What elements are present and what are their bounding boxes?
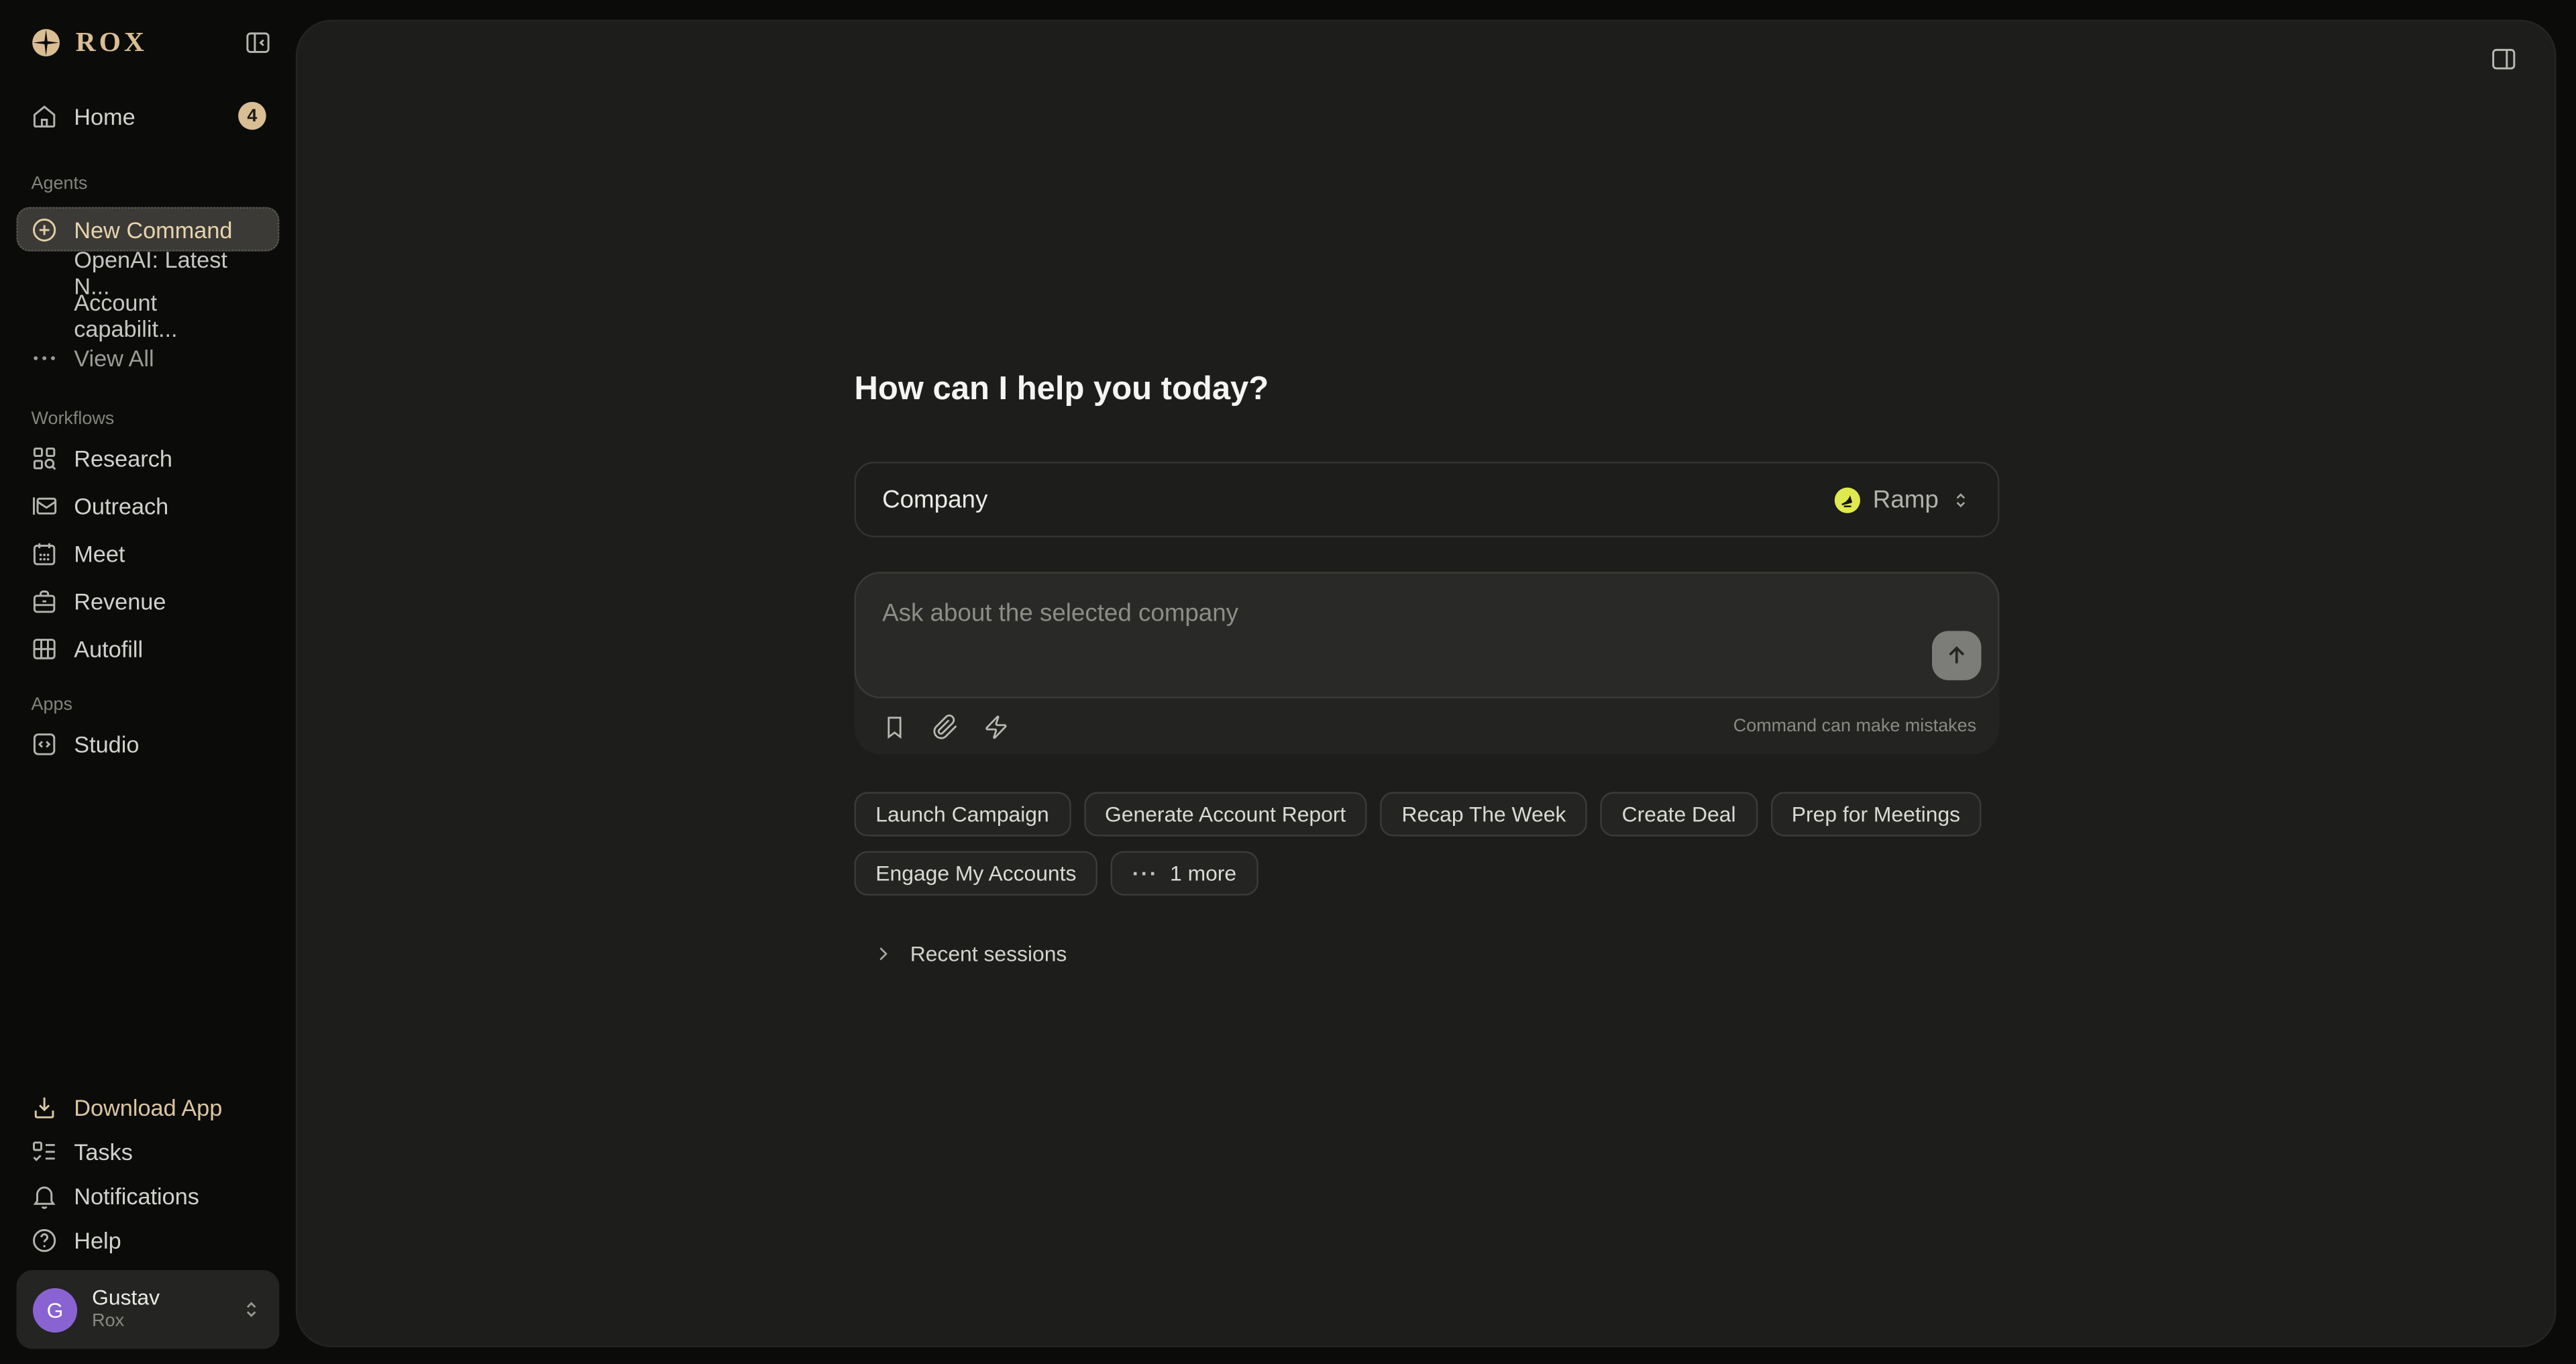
company-selector[interactable]: Company Ramp (854, 462, 1999, 537)
chip-more-label: 1 more (1170, 861, 1236, 886)
grid-search-icon (30, 443, 59, 472)
sidebar-item-label: Download App (74, 1094, 222, 1120)
sidebar-item-label: Outreach (74, 492, 168, 518)
sidebar-item-new-command[interactable]: New Command (16, 207, 279, 252)
collapse-sidebar-icon[interactable] (243, 28, 272, 58)
main-content: How can I help you today? Company Ramp (296, 19, 2557, 1347)
company-selector-label: Company (882, 486, 987, 514)
bell-icon (30, 1181, 59, 1210)
code-icon (30, 729, 59, 758)
composer-footer: Command can make mistakes (854, 698, 1999, 754)
section-title-apps: Apps (32, 695, 280, 715)
home-count-badge: 4 (238, 102, 266, 130)
section-title-workflows: Workflows (32, 409, 280, 429)
chevrons-up-down-icon (1950, 489, 1972, 511)
disclaimer-text: Command can make mistakes (1733, 717, 1976, 736)
user-org: Rox (92, 1312, 239, 1332)
chip-prep-for-meetings[interactable]: Prep for Meetings (1770, 792, 1982, 836)
user-meta: Gustav Rox (92, 1287, 239, 1332)
sidebar-item-download-app[interactable]: Download App (16, 1084, 279, 1129)
company-selector-value: Ramp (1873, 486, 1939, 514)
home-icon (30, 101, 59, 131)
sidebar-item-label: View All (74, 345, 154, 371)
ellipsis-icon: ··· (1132, 861, 1159, 886)
send-button[interactable] (1932, 631, 1981, 680)
sidebar-item-view-all[interactable]: View All (16, 337, 279, 380)
page-title: How can I help you today? (854, 371, 1999, 409)
sidebar-item-label: Studio (74, 731, 139, 757)
help-icon (30, 1225, 59, 1255)
chevron-right-icon (872, 943, 894, 965)
rox-logo-icon (30, 26, 62, 59)
sidebar-item-label: Notifications (74, 1182, 199, 1208)
section-title-agents: Agents (32, 174, 280, 194)
sidebar-footer: Download App Tasks Notifications (16, 1084, 279, 1349)
composer-input-area (854, 572, 1999, 698)
composer: Command can make mistakes (854, 572, 1999, 754)
zap-icon[interactable] (982, 713, 1010, 741)
sidebar-item-outreach[interactable]: Outreach (16, 482, 279, 529)
sidebar-item-label: Research (74, 444, 172, 470)
table-icon (30, 633, 59, 663)
user-name: Gustav (92, 1287, 239, 1312)
user-menu[interactable]: G Gustav Rox (16, 1270, 279, 1349)
center-column: How can I help you today? Company Ramp (854, 21, 1999, 966)
chip-create-deal[interactable]: Create Deal (1601, 792, 1758, 836)
sidebar-item-session-account[interactable]: Account capabilit... (16, 294, 279, 337)
sidebar-item-label: Help (74, 1226, 121, 1253)
message-input[interactable] (856, 574, 1998, 697)
bookmark-icon[interactable] (881, 713, 909, 741)
sidebar-item-meet[interactable]: Meet (16, 529, 279, 577)
avatar: G (33, 1288, 77, 1332)
sidebar-item-label: Home (74, 103, 135, 129)
sidebar-item-home[interactable]: Home 4 (16, 94, 279, 138)
sidebar-item-label: Meet (74, 539, 125, 566)
mail-icon (30, 490, 59, 520)
app-window: ROX Home 4 Agents New Command OpenAI (0, 0, 2576, 1364)
sidebar-item-revenue[interactable]: Revenue (16, 577, 279, 625)
sidebar-item-label: Account capabilit... (74, 289, 266, 342)
sidebar-item-notifications[interactable]: Notifications (16, 1173, 279, 1218)
sidebar-item-session-openai[interactable]: OpenAI: Latest N... (16, 252, 279, 295)
sidebar-item-autofill[interactable]: Autofill (16, 625, 279, 672)
checklist-icon (30, 1136, 59, 1165)
sidebar-item-tasks[interactable]: Tasks (16, 1129, 279, 1173)
logo-row: ROX (30, 23, 279, 62)
sidebar-item-help[interactable]: Help (16, 1218, 279, 1262)
recent-sessions-toggle[interactable]: Recent sessions (872, 941, 1999, 966)
sidebar: ROX Home 4 Agents New Command OpenAI (0, 0, 296, 1364)
logo-text: ROX (76, 26, 244, 59)
sidebar-item-label: Tasks (74, 1138, 133, 1164)
sidebar-item-studio[interactable]: Studio (16, 720, 279, 768)
download-icon (30, 1092, 59, 1121)
paperclip-icon[interactable] (932, 713, 960, 741)
ellipsis-icon (30, 344, 59, 373)
chip-recap-the-week[interactable]: Recap The Week (1381, 792, 1587, 836)
ramp-logo-icon (1833, 486, 1862, 514)
chip-engage-my-accounts[interactable]: Engage My Accounts (854, 851, 1097, 896)
recent-sessions-label: Recent sessions (910, 941, 1067, 966)
panel-right-icon[interactable] (2489, 44, 2518, 74)
sidebar-item-label: New Command (74, 216, 232, 242)
sidebar-item-label: Autofill (74, 635, 143, 662)
chip-launch-campaign[interactable]: Launch Campaign (854, 792, 1070, 836)
chip-more[interactable]: ··· 1 more (1111, 851, 1258, 896)
sidebar-item-label: Revenue (74, 588, 166, 614)
suggestion-chips-row-2: Engage My Accounts ··· 1 more (854, 851, 1999, 896)
chip-generate-account-report[interactable]: Generate Account Report (1083, 792, 1367, 836)
circle-plus-icon (30, 215, 59, 244)
briefcase-icon (30, 586, 59, 615)
calendar-icon (30, 538, 59, 568)
chevrons-up-down-icon (240, 1298, 263, 1321)
suggestion-chips-row-1: Launch Campaign Generate Account Report … (854, 792, 1999, 836)
arrow-up-icon (1943, 643, 1970, 669)
composer-tools (881, 713, 1010, 741)
company-selector-value-group: Ramp (1833, 486, 1972, 514)
sidebar-item-research[interactable]: Research (16, 434, 279, 482)
